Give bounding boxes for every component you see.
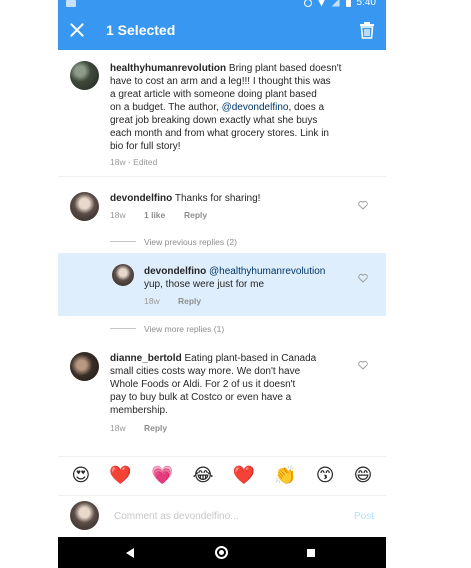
comment-time: 18w bbox=[110, 210, 126, 220]
wifi-icon bbox=[317, 0, 326, 7]
reply-mention[interactable]: @healthyhumanrevolution bbox=[209, 266, 325, 277]
caption-meta: 18w · Edited bbox=[110, 157, 158, 167]
reply-time: 18w bbox=[144, 296, 160, 306]
like-heart-icon[interactable] bbox=[358, 200, 368, 210]
avatar-dianne-bertold[interactable] bbox=[70, 352, 99, 381]
emoji-tears-of-joy[interactable]: 😂 bbox=[192, 466, 213, 486]
caption-divider bbox=[58, 176, 386, 177]
left-margin bbox=[0, 0, 58, 568]
emoji-pink-heart[interactable]: 💗 bbox=[151, 466, 173, 486]
caption-line-3: a great article with someone doing plant… bbox=[110, 89, 317, 100]
comment-likes[interactable]: 1 like bbox=[144, 210, 165, 220]
caption-mention[interactable]: @devondelfino bbox=[222, 102, 289, 113]
post-button[interactable]: Post bbox=[354, 511, 374, 522]
phone-screen: 5:40 1 Selected healthyhumanrevolution B… bbox=[58, 0, 386, 568]
comment3-line-3: Whole Foods or Aldi. For 2 of us it does… bbox=[110, 379, 296, 390]
emoji-red-heart-2[interactable]: ❤️ bbox=[233, 466, 255, 486]
comment3-text: dianne_bertold Eating plant-based in Can… bbox=[110, 352, 360, 417]
reply-like-heart-icon[interactable] bbox=[358, 273, 368, 283]
caption-username[interactable]: healthyhumanrevolution bbox=[110, 63, 226, 74]
current-user-avatar bbox=[70, 501, 99, 530]
emoji-red-heart[interactable]: ❤️ bbox=[109, 466, 131, 486]
avatar-devondelfino[interactable] bbox=[70, 192, 99, 221]
selection-app-bar: 1 Selected bbox=[58, 10, 386, 50]
reply-button[interactable]: Reply bbox=[184, 210, 207, 220]
view-previous-replies[interactable]: View previous replies (2) bbox=[144, 237, 237, 247]
signal-icon bbox=[331, 0, 340, 7]
comment3-line-2: small cities costs way more. We don't ha… bbox=[110, 366, 301, 377]
caption-line-6: each month and from what grocery stores.… bbox=[110, 128, 329, 139]
selected-reply-text: devondelfino @healthyhumanrevolution yup… bbox=[144, 265, 364, 291]
android-nav-bar bbox=[58, 537, 386, 568]
comment-bar: Comment as devondelfino... Post bbox=[58, 496, 386, 536]
selection-title: 1 Selected bbox=[106, 22, 176, 38]
reply-reply-button[interactable]: Reply bbox=[178, 296, 201, 306]
reply-body: yup, those were just for me bbox=[144, 279, 265, 290]
reply-username[interactable]: devondelfino bbox=[144, 266, 206, 277]
comment3-time: 18w bbox=[110, 423, 126, 433]
status-bar: 5:40 bbox=[58, 0, 386, 10]
thread-divider-line-2 bbox=[110, 328, 136, 329]
right-margin bbox=[386, 0, 471, 568]
emoji-grinning-face[interactable]: 😄 bbox=[354, 466, 373, 486]
image-notification-icon bbox=[66, 0, 76, 7]
caption-text: healthyhumanrevolution Bring plant based… bbox=[110, 62, 372, 153]
view-more-replies[interactable]: View more replies (1) bbox=[144, 324, 224, 334]
emoji-clapping-hands[interactable]: 👏 bbox=[274, 466, 296, 486]
comment-body: Thanks for sharing! bbox=[174, 193, 261, 204]
comment-username[interactable]: devondelfino bbox=[110, 193, 172, 204]
sync-icon bbox=[303, 0, 312, 7]
battery-icon bbox=[345, 0, 351, 7]
back-icon[interactable] bbox=[126, 548, 134, 558]
comment3-reply-button[interactable]: Reply bbox=[144, 423, 167, 433]
comment-input[interactable]: Comment as devondelfino... bbox=[114, 511, 239, 522]
caption-line-7: bio for full story! bbox=[110, 141, 181, 152]
caption-line-2: have to cost an arm and a leg!!! I thoug… bbox=[110, 76, 331, 87]
trash-icon[interactable] bbox=[358, 21, 376, 39]
recent-apps-icon[interactable] bbox=[307, 549, 315, 557]
caption-line-1: Bring plant based doesn't bbox=[228, 63, 342, 74]
comment3-line-5: membership. bbox=[110, 405, 168, 416]
thread-divider-line bbox=[110, 241, 136, 242]
emoji-quick-bar: 😍 ❤️ 💗 😂 ❤️ 👏 😙 😄 bbox=[58, 457, 386, 495]
status-icons: 5:40 bbox=[303, 0, 376, 8]
caption-line-4-post: , does a bbox=[288, 102, 325, 113]
caption-line-5: great job breaking down exactly what she… bbox=[110, 115, 318, 126]
close-icon[interactable] bbox=[66, 19, 88, 41]
avatar-healthyhumanrevolution[interactable] bbox=[70, 61, 99, 90]
comment3-username[interactable]: dianne_bertold bbox=[110, 353, 182, 364]
caption-line-4: on a budget. The author, bbox=[110, 102, 219, 113]
home-icon[interactable] bbox=[215, 546, 228, 559]
comment3-line-4: pay to buy bulk at Costco or even have a bbox=[110, 392, 292, 403]
avatar-devondelfino-reply[interactable] bbox=[112, 264, 134, 286]
comment-meta: 18w bbox=[110, 210, 126, 220]
comment3-line-1: Eating plant-based in Canada bbox=[184, 353, 317, 364]
status-time: 5:40 bbox=[356, 0, 376, 8]
emoji-heart-eyes[interactable]: 😍 bbox=[72, 466, 91, 486]
comment3-like-heart-icon[interactable] bbox=[358, 360, 368, 370]
comment-text: devondelfino Thanks for sharing! bbox=[110, 192, 350, 205]
emoji-kissing-face[interactable]: 😙 bbox=[316, 466, 335, 486]
